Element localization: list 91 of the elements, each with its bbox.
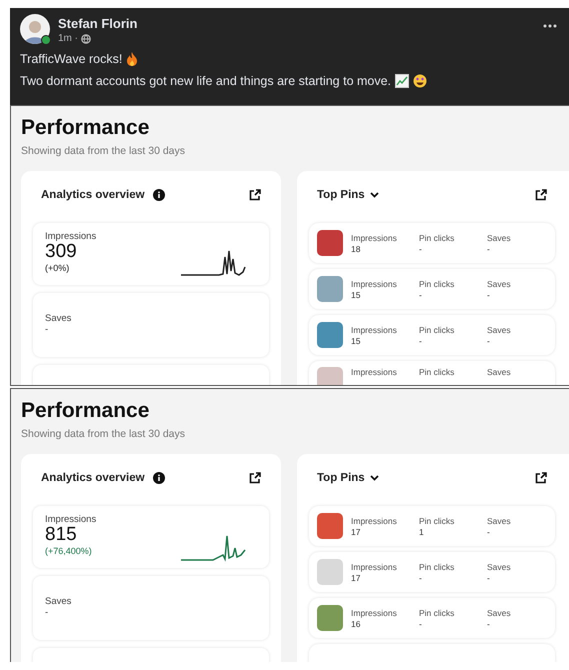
page-title: Performance [21,116,150,140]
metric-tile[interactable]: Saves - [33,293,269,357]
stat-value: - [419,290,423,300]
pin-thumbnail [317,276,343,302]
fire-icon [126,52,138,66]
pin-row[interactable]: Impressions 17 Pin clicks 1 Saves - [309,506,555,546]
globe-icon [81,34,91,44]
stat-value: - [487,572,491,582]
stat-value: - [419,336,423,346]
metric-tile[interactable]: Impressions 309 (+0%) [33,223,269,285]
metric-tile[interactable]: Saves - [33,576,269,640]
chart-up-icon [395,74,410,88]
pin-thumbnail [317,605,343,631]
stat-label: Impressions [351,562,398,572]
stat-value: - [487,526,491,536]
stat-label: Impressions [351,324,398,334]
stat-value: - [419,618,423,628]
external-link-icon[interactable] [535,472,547,484]
external-link-icon[interactable] [535,189,547,201]
stat-value: - [419,244,423,254]
top-pins-dropdown[interactable]: Top Pins [317,472,379,484]
page-title: Performance [21,399,150,423]
metric-value: 309 [45,242,78,263]
stat-label: Impressions [351,367,398,377]
pin-row[interactable]: Impressions 15 Pin clicks - Saves - [309,269,555,309]
post-text: TrafficWave rocks! [20,52,122,66]
stat-label: Pin clicks [419,278,456,288]
stat-value: - [487,336,491,346]
card-title: Analytics overview [41,472,145,484]
pin-row[interactable]: Impressions 17 Pin clicks - Saves - [309,552,555,592]
external-link-icon[interactable] [249,472,261,484]
more-options-icon[interactable] [543,24,557,28]
metric-tile[interactable]: Impressions 815 (+76,400%) [33,506,269,568]
stat-label: Pin clicks [419,562,456,572]
pin-thumbnail [317,322,343,348]
stat-value: - [419,572,423,582]
stat-label: Impressions [351,608,398,618]
page-subtitle: Showing data from the last 30 days [21,428,186,440]
post-time: 1m · [58,33,78,44]
stat-label: Pin clicks [419,608,456,618]
stat-value: 15 [351,336,362,346]
stat-value: 17 [351,526,362,536]
external-link-icon[interactable] [249,189,261,201]
metric-value: 815 [45,525,78,546]
stat-value: 17 [351,572,362,582]
metric-label: Impressions [45,514,96,525]
stat-label: Saves [487,608,512,618]
stat-label: Impressions [351,232,398,242]
stat-label: Saves [487,324,512,334]
post-text: Two dormant accounts got new life and things are starting to move. [20,74,392,88]
stat-label: Saves [487,367,512,377]
stat-value: - [487,618,491,628]
stat-label: Saves [487,232,512,242]
author-name[interactable]: Stefan Florin [58,16,138,31]
stat-label: Impressions [351,278,398,288]
stat-label: Saves [487,516,512,526]
pin-row[interactable]: Impressions Pin clicks Saves [309,361,555,385]
metric-label: Saves [45,313,72,324]
stat-value: - [487,290,491,300]
smiley-face-icon [413,74,428,88]
stat-label: Saves [487,562,512,572]
chevron-down-icon [370,475,379,481]
stat-label: Pin clicks [419,367,456,377]
stat-value: - [487,244,491,254]
pin-thumbnail [317,559,343,585]
stat-label: Saves [487,278,512,288]
info-icon[interactable] [152,189,165,201]
page-subtitle: Showing data from the last 30 days [21,145,186,157]
pin-thumbnail [317,230,343,256]
pin-row[interactable]: Impressions 16 Pin clicks - Saves - [309,598,555,638]
metric-change: (+76,400%) [45,546,93,556]
stat-value: 18 [351,244,362,254]
card-title: Analytics overview [41,189,145,201]
info-icon[interactable] [152,472,165,484]
stat-value: 15 [351,290,362,300]
metric-value: - [45,607,50,618]
stat-label: Impressions [351,516,398,526]
metric-change: (+0%) [45,262,70,273]
pin-row[interactable]: Impressions 18 Pin clicks - Saves - [309,223,555,263]
stat-label: Pin clicks [419,516,456,526]
pin-thumbnail [317,513,343,539]
metric-label: Impressions [45,231,96,242]
pin-row[interactable]: Impressions 15 Pin clicks - Saves - [309,315,555,355]
stat-value: 1 [419,526,425,536]
stat-label: Pin clicks [419,324,456,334]
chevron-down-icon [370,192,379,198]
top-pins-dropdown[interactable]: Top Pins [317,189,379,201]
metric-label: Saves [45,596,72,607]
metric-value: - [45,324,50,335]
stat-label: Pin clicks [419,232,456,242]
stat-value: 16 [351,618,362,628]
